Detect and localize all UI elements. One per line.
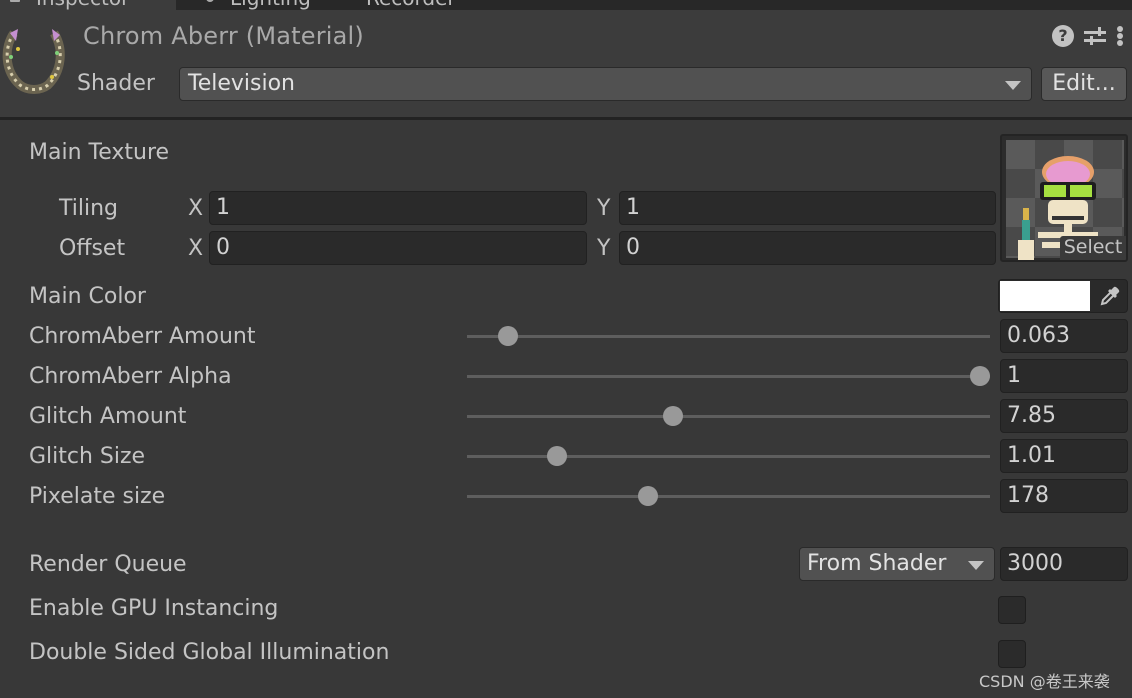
kebab-menu-icon[interactable] [1116,25,1124,47]
tab-label: Recorder [366,0,456,10]
slider-label-pixelate-size: Pixelate size [29,484,166,509]
tiling-x-label: X [188,196,204,221]
tiling-x-input[interactable]: 1 [209,191,587,225]
main-texture-label: Main Texture [29,140,170,165]
tab-strip: Inspector Lighting Recorder [0,0,1132,10]
tiling-y-input[interactable]: 1 [619,191,996,225]
pixelate-size-input[interactable]: 178 [1000,479,1128,513]
shader-value: Television [188,71,295,96]
eyedropper-icon[interactable] [1099,285,1121,307]
preset-icon[interactable] [1084,25,1106,47]
inspector-header: Chrom Aberr (Material) ? Shader Televisi… [0,10,1132,118]
slider-thumb[interactable] [970,366,990,386]
offset-x-label: X [188,236,204,261]
lighting-icon [206,0,214,2]
header-divider [0,117,1132,120]
edit-shader-button[interactable]: Edit... [1041,67,1127,101]
render-queue-mode-value: From Shader [807,551,947,576]
tab-recorder[interactable]: Recorder [366,0,456,10]
dropdown-arrow-icon [1005,81,1021,90]
dropdown-arrow-icon [968,561,984,570]
offset-y-label: Y [597,236,611,261]
slider-label-glitch-amount: Glitch Amount [29,404,187,429]
header-icons: ? [1052,24,1124,48]
render-queue-label: Render Queue [29,552,187,577]
glitch-amount-input[interactable]: 7.85 [1000,399,1128,433]
slider-glitch-size[interactable] [467,446,990,466]
help-icon[interactable]: ? [1052,25,1074,47]
material-preview-icon [2,29,65,94]
texture-select-button[interactable]: Select [1060,236,1126,260]
slider-chromaberr-amount[interactable] [467,326,990,346]
shader-label: Shader [77,71,155,96]
shader-dropdown[interactable]: Television [179,67,1032,101]
inspector-icon [10,0,20,2]
tab-inspector[interactable]: Inspector [0,0,176,10]
offset-y-input[interactable]: 0 [619,231,996,265]
tiling-y-label: Y [597,196,611,221]
chromaberr-alpha-input[interactable]: 1 [1000,359,1128,393]
double-sided-gi-checkbox[interactable] [998,640,1026,668]
slider-chromaberr-alpha[interactable] [467,366,990,386]
main-color-swatch[interactable] [1000,281,1090,311]
slider-thumb[interactable] [638,486,659,506]
slider-thumb[interactable] [547,446,568,466]
tiling-label: Tiling [59,196,119,221]
main-texture-slot[interactable]: Select [1000,134,1128,262]
slider-pixelate-size[interactable] [467,486,990,506]
tab-label: Lighting [230,0,311,10]
main-color-label: Main Color [29,284,146,309]
tab-lighting[interactable]: Lighting [200,0,311,10]
chromaberr-amount-input[interactable]: 0.063 [1000,319,1128,353]
slider-glitch-amount[interactable] [467,406,990,426]
slider-thumb[interactable] [498,326,519,346]
gpu-instancing-checkbox[interactable] [998,596,1026,624]
double-sided-gi-label: Double Sided Global Illumination [29,640,390,665]
slider-thumb[interactable] [663,406,684,426]
slider-label-chromaberr-amount: ChromAberr Amount [29,324,256,349]
offset-label: Offset [59,236,126,261]
gpu-instancing-label: Enable GPU Instancing [29,596,279,621]
offset-x-input[interactable]: 0 [209,231,587,265]
render-queue-input[interactable]: 3000 [1000,547,1128,581]
watermark: CSDN @卷王来袭 [979,672,1110,691]
render-queue-mode-dropdown[interactable]: From Shader [799,547,995,581]
glitch-size-input[interactable]: 1.01 [1000,439,1128,473]
material-title: Chrom Aberr (Material) [83,22,364,50]
tab-label: Inspector [36,0,129,10]
slider-label-chromaberr-alpha: ChromAberr Alpha [29,364,232,389]
main-color-field[interactable] [998,279,1128,313]
slider-label-glitch-size: Glitch Size [29,444,146,469]
